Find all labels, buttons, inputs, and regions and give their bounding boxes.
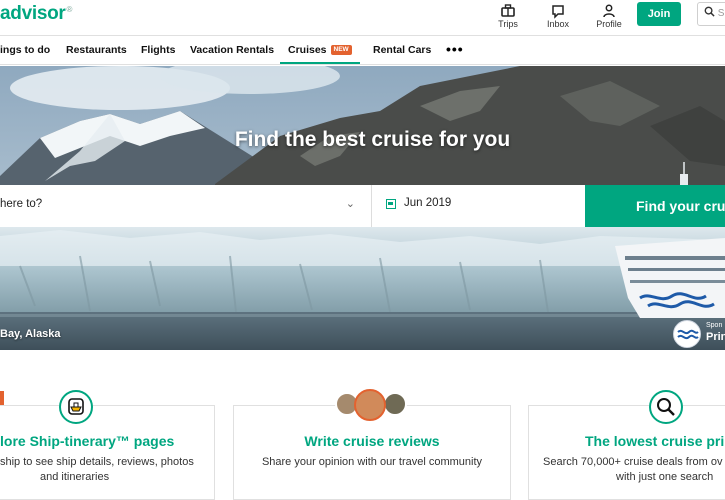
princess-logo-icon xyxy=(673,320,701,348)
sponsor-badge[interactable]: Spon Prin xyxy=(673,320,725,350)
card-description: ship to see ship details, reviews, photo… xyxy=(0,455,205,485)
nav-cruises-label: Cruises xyxy=(288,44,327,56)
logo-registered-mark: ® xyxy=(66,4,73,14)
card-description-line: ship to see ship details, reviews, photo… xyxy=(0,456,194,468)
nav-vacation-rentals[interactable]: Vacation Rentals xyxy=(190,36,274,64)
card-description-line: with just one search xyxy=(616,471,714,483)
ship-tinerary-card[interactable] xyxy=(0,405,215,500)
nav-things-to-do[interactable]: ings to do xyxy=(0,36,50,64)
suitcase-icon xyxy=(501,4,515,17)
calendar-icon xyxy=(386,199,396,209)
inbox-button[interactable]: Inbox xyxy=(536,1,580,31)
chevron-down-icon[interactable]: ⌄ xyxy=(346,197,355,210)
photo-caption: Bay, Alaska xyxy=(0,328,61,340)
trips-button[interactable]: Trips xyxy=(486,1,530,31)
search-button[interactable]: S xyxy=(697,2,725,26)
card-title[interactable]: lore Ship-tinerary™ pages xyxy=(0,433,180,449)
hero-title: Find the best cruise for you xyxy=(234,128,511,151)
find-cruise-button[interactable]: Find your cru xyxy=(585,185,725,227)
card-description-line: Search 70,000+ cruise deals from ov xyxy=(543,456,723,468)
destination-input[interactable]: here to? ⌄ xyxy=(0,185,372,227)
profile-label: Profile xyxy=(596,19,622,29)
card-title[interactable]: The lowest cruise pri xyxy=(585,433,725,449)
new-badge: NEW xyxy=(330,45,352,55)
trips-label: Trips xyxy=(498,19,518,29)
nav-flights[interactable]: Flights xyxy=(141,36,175,64)
avatar xyxy=(383,392,407,416)
inbox-label: Inbox xyxy=(546,19,570,29)
departure-date-picker[interactable]: Jun 2019 xyxy=(372,185,585,227)
more-menu-button[interactable]: ••• xyxy=(446,36,464,64)
main-nav: ings to do Restaurants Flights Vacation … xyxy=(0,35,725,65)
sponsor-brand: Prin xyxy=(706,331,725,343)
person-icon xyxy=(603,4,615,18)
search-icon xyxy=(704,6,715,17)
lowest-price-card[interactable] xyxy=(528,405,725,500)
card-description: Share your opinion with our travel commu… xyxy=(233,455,511,470)
hero-banner: Find the best cruise for you here to? ⌄ … xyxy=(0,66,725,350)
destination-placeholder: here to? xyxy=(0,198,43,210)
nav-restaurants[interactable]: Restaurants xyxy=(66,36,127,64)
card-description-line: and itineraries xyxy=(40,471,110,483)
card-description: Search 70,000+ cruise deals from ov with… xyxy=(543,455,725,485)
card-title[interactable]: Write cruise reviews xyxy=(233,433,511,449)
ship-badge-icon xyxy=(59,390,93,424)
chat-bubble-icon xyxy=(552,5,564,19)
sponsor-label: Spon xyxy=(706,322,723,329)
search-placeholder: S xyxy=(717,8,725,19)
avatar xyxy=(354,389,386,421)
nav-cruises[interactable]: Cruises NEW xyxy=(280,36,360,64)
top-bar: advisor® Trips Inbox Profile Join S xyxy=(0,0,725,35)
date-value: Jun 2019 xyxy=(404,197,452,209)
card-description-line: Share your opinion with our travel commu… xyxy=(261,456,483,468)
logo-text: advisor xyxy=(0,3,66,24)
nav-rental-cars[interactable]: Rental Cars xyxy=(373,36,431,64)
join-button[interactable]: Join xyxy=(637,2,681,26)
profile-button[interactable]: Profile xyxy=(587,1,631,31)
tripadvisor-logo[interactable]: advisor® xyxy=(0,3,72,25)
magnifier-icon xyxy=(649,390,683,424)
